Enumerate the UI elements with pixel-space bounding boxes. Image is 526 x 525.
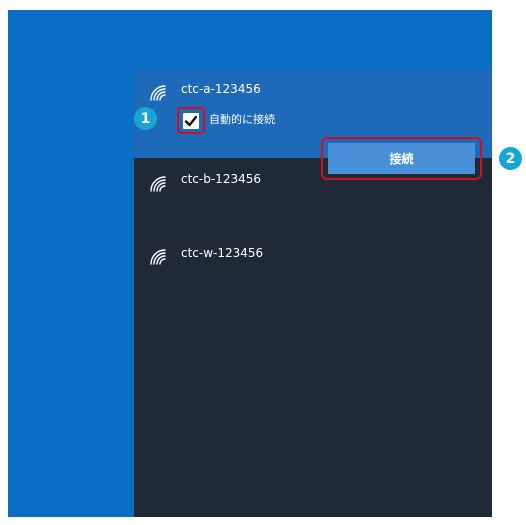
auto-connect-checkbox[interactable] [177, 107, 205, 134]
network-item-ctc-w[interactable]: ctc-w-123456 [134, 234, 492, 274]
wifi-secured-icon [148, 247, 168, 267]
network-ssid: ctc-b-123456 [181, 172, 261, 186]
network-ssid: ctc-w-123456 [181, 246, 264, 260]
network-flyout: ctc-a-123456 自動的に接続 接続 ctc-b-123456 ctc-… [134, 70, 492, 517]
network-ssid: ctc-a-123456 [181, 82, 261, 96]
auto-connect-label: 自動的に接続 [209, 113, 275, 126]
callout-marker-2: 2 [499, 147, 522, 170]
checkbox-box [183, 112, 199, 129]
callout-marker-1: 1 [134, 107, 157, 130]
wifi-secured-icon [148, 83, 168, 103]
wifi-secured-icon [148, 174, 168, 194]
checkmark-icon [184, 115, 198, 126]
network-item-ctc-b[interactable]: ctc-b-123456 [134, 158, 492, 198]
